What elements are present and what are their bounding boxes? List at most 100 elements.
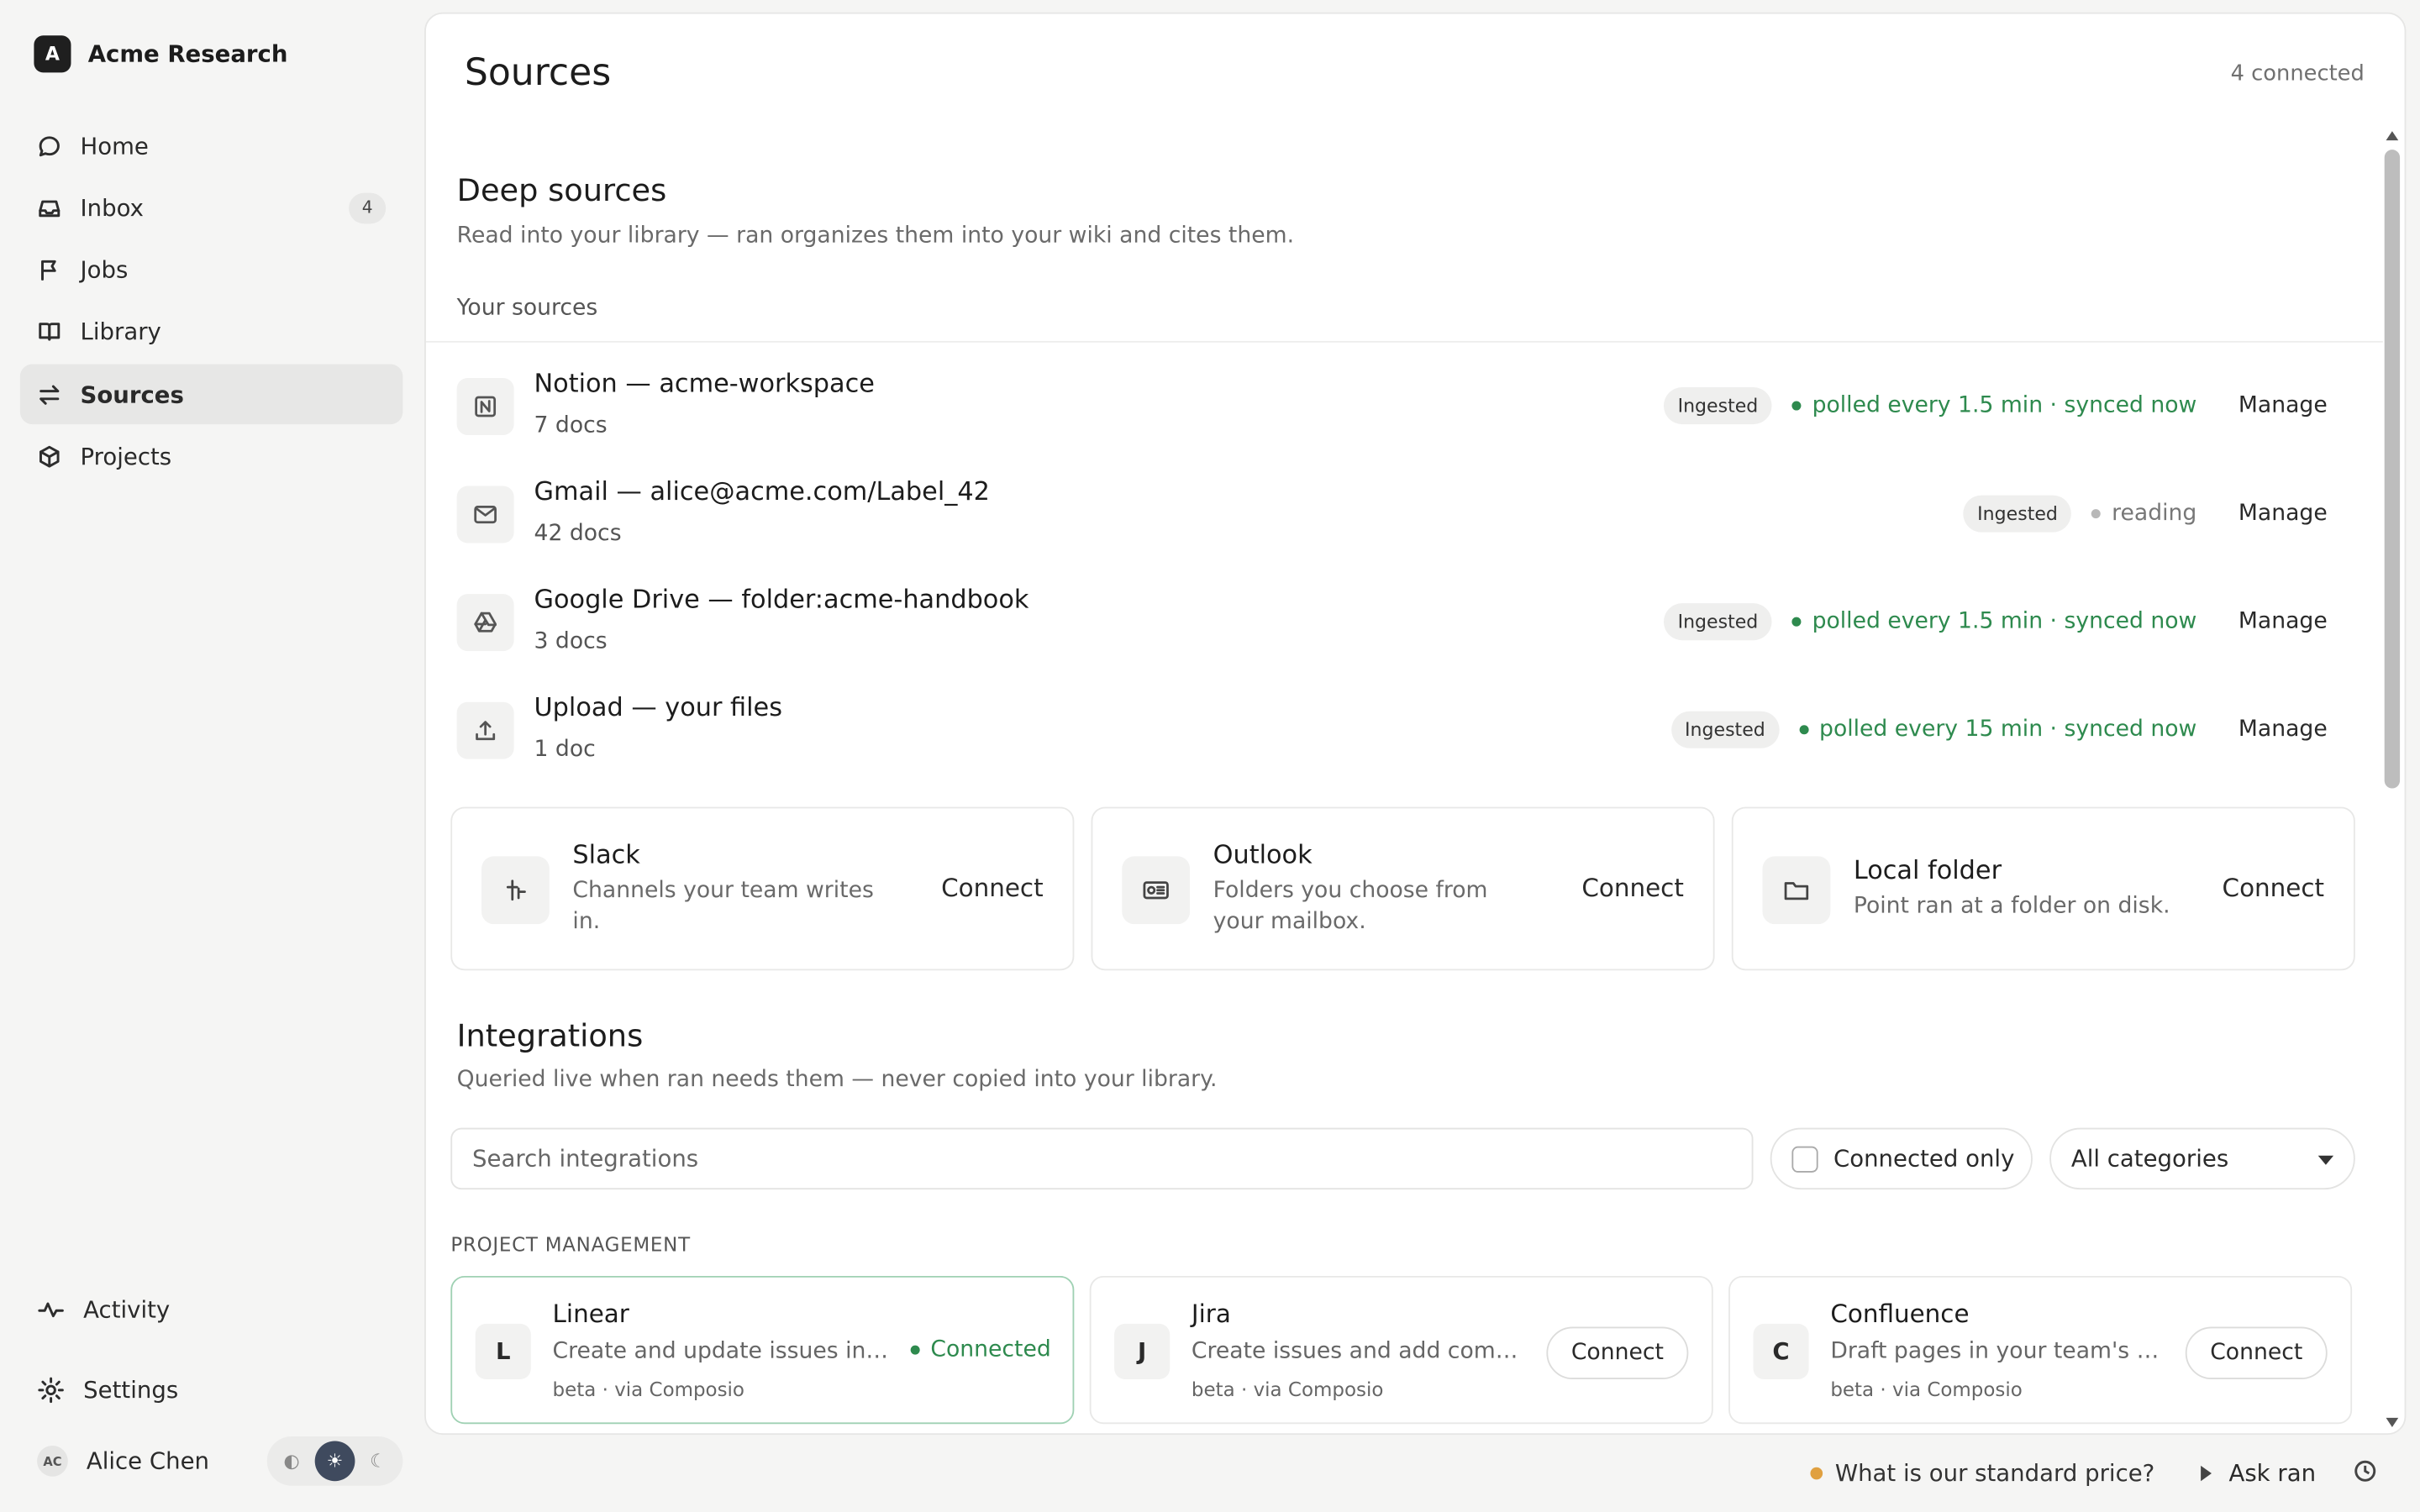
ask-ran-button[interactable]: Ask ran	[2228, 1460, 2316, 1488]
avatar[interactable]: AC	[37, 1445, 68, 1477]
connector-card-local-folder: Local folder Point ran at a folder on di…	[1731, 806, 2355, 971]
sidebar: A Acme Research Home Inbox 4 Jobs Librar…	[0, 0, 423, 1512]
source-row-google-drive: Google Drive — folder:acme-handbook 3 do…	[456, 581, 2357, 690]
integrations-subtitle: Queried live when ran needs them — never…	[456, 1067, 1218, 1093]
slack-icon	[481, 856, 550, 925]
status-dot	[910, 1345, 920, 1355]
nav-label: Home	[80, 132, 149, 160]
upload-icon	[456, 701, 514, 759]
source-name: Gmail — alice@acme.com/Label_42	[534, 476, 990, 507]
chat-bubble-icon	[39, 135, 60, 156]
connected-only-filter[interactable]: Connected only	[1770, 1127, 2033, 1190]
theme-light-icon[interactable]: ☀	[314, 1441, 355, 1482]
theme-toggle: ◐ ☀ ☾	[266, 1436, 403, 1486]
play-icon[interactable]	[2201, 1465, 2212, 1482]
connector-card-slack: Slack Channels your team writes in. Conn…	[450, 806, 1075, 971]
nav-item-projects[interactable]: Projects	[20, 427, 403, 487]
integration-meta: beta · via Composio	[1191, 1378, 1384, 1401]
integration-card-confluence[interactable]: C Confluence Draft pages in your team's …	[1728, 1275, 2353, 1425]
main-nav: Home Inbox 4 Jobs Library Sources Projec…	[19, 116, 403, 489]
connect-button[interactable]: Connect	[1546, 1326, 1689, 1380]
page-title: Sources	[464, 50, 612, 95]
source-name: Upload — your files	[534, 692, 782, 722]
filter-label: Connected only	[1833, 1144, 2015, 1173]
workspace-switcher[interactable]: A Acme Research	[34, 35, 288, 73]
nav-item-home[interactable]: Home	[20, 116, 403, 176]
integration-title: Jira	[1191, 1299, 1231, 1329]
manage-button[interactable]: Manage	[2238, 609, 2328, 633]
suggested-question[interactable]: What is our standard price?	[1835, 1460, 2154, 1488]
integration-card-linear[interactable]: L Linear Create and update issues in you…	[450, 1275, 1075, 1425]
source-name: Notion — acme-workspace	[534, 368, 875, 398]
nav-label: Sources	[80, 381, 184, 409]
nav-label: Library	[80, 318, 161, 347]
scroll-thumb[interactable]	[2384, 150, 2401, 789]
source-row-notion: Notion — acme-workspace 7 docs Ingested …	[456, 365, 2357, 474]
source-row-gmail: Gmail — alice@acme.com/Label_42 42 docs …	[456, 474, 2357, 582]
scrollbar[interactable]	[2384, 131, 2401, 1427]
sync-status: polled every 15 min · synced now	[1819, 717, 2197, 743]
divider	[425, 340, 2383, 343]
integration-description: Create issues and add comments to ticket…	[1191, 1339, 1534, 1364]
scroll-up-arrow-icon[interactable]	[2386, 131, 2399, 141]
deep-sources-subtitle: Read into your library — ran organizes t…	[456, 223, 1295, 249]
nav-item-sources[interactable]: Sources	[19, 364, 403, 425]
sidebar-item-activity[interactable]: Activity	[20, 1282, 403, 1337]
manage-button[interactable]: Manage	[2238, 393, 2328, 417]
scroll-down-arrow-icon[interactable]	[2386, 1417, 2399, 1427]
connected-label: Connected	[930, 1337, 1051, 1362]
activity-icon	[38, 1302, 64, 1318]
search-integrations-input[interactable]	[450, 1127, 1754, 1190]
connected-only-checkbox[interactable]	[1791, 1145, 1818, 1172]
user-name[interactable]: Alice Chen	[87, 1447, 209, 1475]
manage-button[interactable]: Manage	[2238, 501, 2328, 526]
inbox-icon	[39, 200, 60, 217]
nav-label: Inbox	[80, 194, 144, 223]
folder-icon	[1762, 856, 1831, 925]
connect-button[interactable]: Connect	[941, 874, 1044, 903]
connect-button[interactable]: Connect	[2185, 1326, 2328, 1380]
history-clock-icon[interactable]	[2353, 1459, 2376, 1488]
flag-icon	[41, 260, 56, 281]
workspace-name: Acme Research	[87, 39, 288, 68]
sources-panel: Sources 4 connected Deep sources Read in…	[424, 12, 2407, 1436]
sidebar-item-settings[interactable]: Settings	[20, 1362, 403, 1418]
nav-item-jobs[interactable]: Jobs	[20, 240, 403, 301]
connector-title: Outlook	[1213, 840, 1313, 869]
sidebar-item-label: Settings	[83, 1376, 179, 1404]
status-dot	[1791, 617, 1802, 627]
source-doc-count: 1 doc	[534, 737, 596, 763]
theme-auto-icon[interactable]: ◐	[271, 1441, 312, 1481]
integration-logo: C	[1753, 1323, 1809, 1380]
integration-list: L Linear Create and update issues in you…	[450, 1275, 2353, 1425]
sync-status: reading	[2112, 501, 2197, 527]
connect-button[interactable]: Connect	[2223, 874, 2325, 903]
deep-sources-title: Deep sources	[456, 171, 667, 208]
theme-dark-icon[interactable]: ☾	[358, 1441, 398, 1481]
status-dot	[1799, 725, 1809, 735]
source-doc-count: 7 docs	[534, 413, 608, 438]
integration-card-jira[interactable]: J Jira Create issues and add comments to…	[1089, 1275, 1713, 1425]
sidebar-item-label: Activity	[83, 1295, 171, 1324]
category-select-value: All categories	[2070, 1144, 2229, 1173]
arrows-swap-icon	[39, 385, 60, 405]
nav-item-inbox[interactable]: Inbox 4	[20, 178, 403, 239]
category-heading: PROJECT MANAGEMENT	[450, 1232, 691, 1257]
integration-meta: beta · via Composio	[552, 1378, 745, 1401]
inbox-count-badge: 4	[349, 192, 387, 223]
integration-title: Linear	[552, 1299, 629, 1329]
integration-logo: J	[1114, 1323, 1171, 1380]
suggestion-dot	[1810, 1467, 1823, 1480]
source-doc-count: 3 docs	[534, 629, 608, 654]
cube-icon	[39, 445, 60, 468]
category-select[interactable]: All categories	[2049, 1127, 2355, 1190]
integration-title: Confluence	[1830, 1299, 1970, 1329]
your-sources-label: Your sources	[456, 296, 598, 322]
gear-icon	[38, 1377, 64, 1404]
notion-icon	[456, 377, 514, 435]
book-icon	[39, 323, 60, 342]
connect-button[interactable]: Connect	[1581, 874, 1684, 903]
manage-button[interactable]: Manage	[2238, 717, 2328, 742]
source-doc-count: 42 docs	[534, 521, 622, 547]
nav-item-library[interactable]: Library	[20, 302, 403, 363]
